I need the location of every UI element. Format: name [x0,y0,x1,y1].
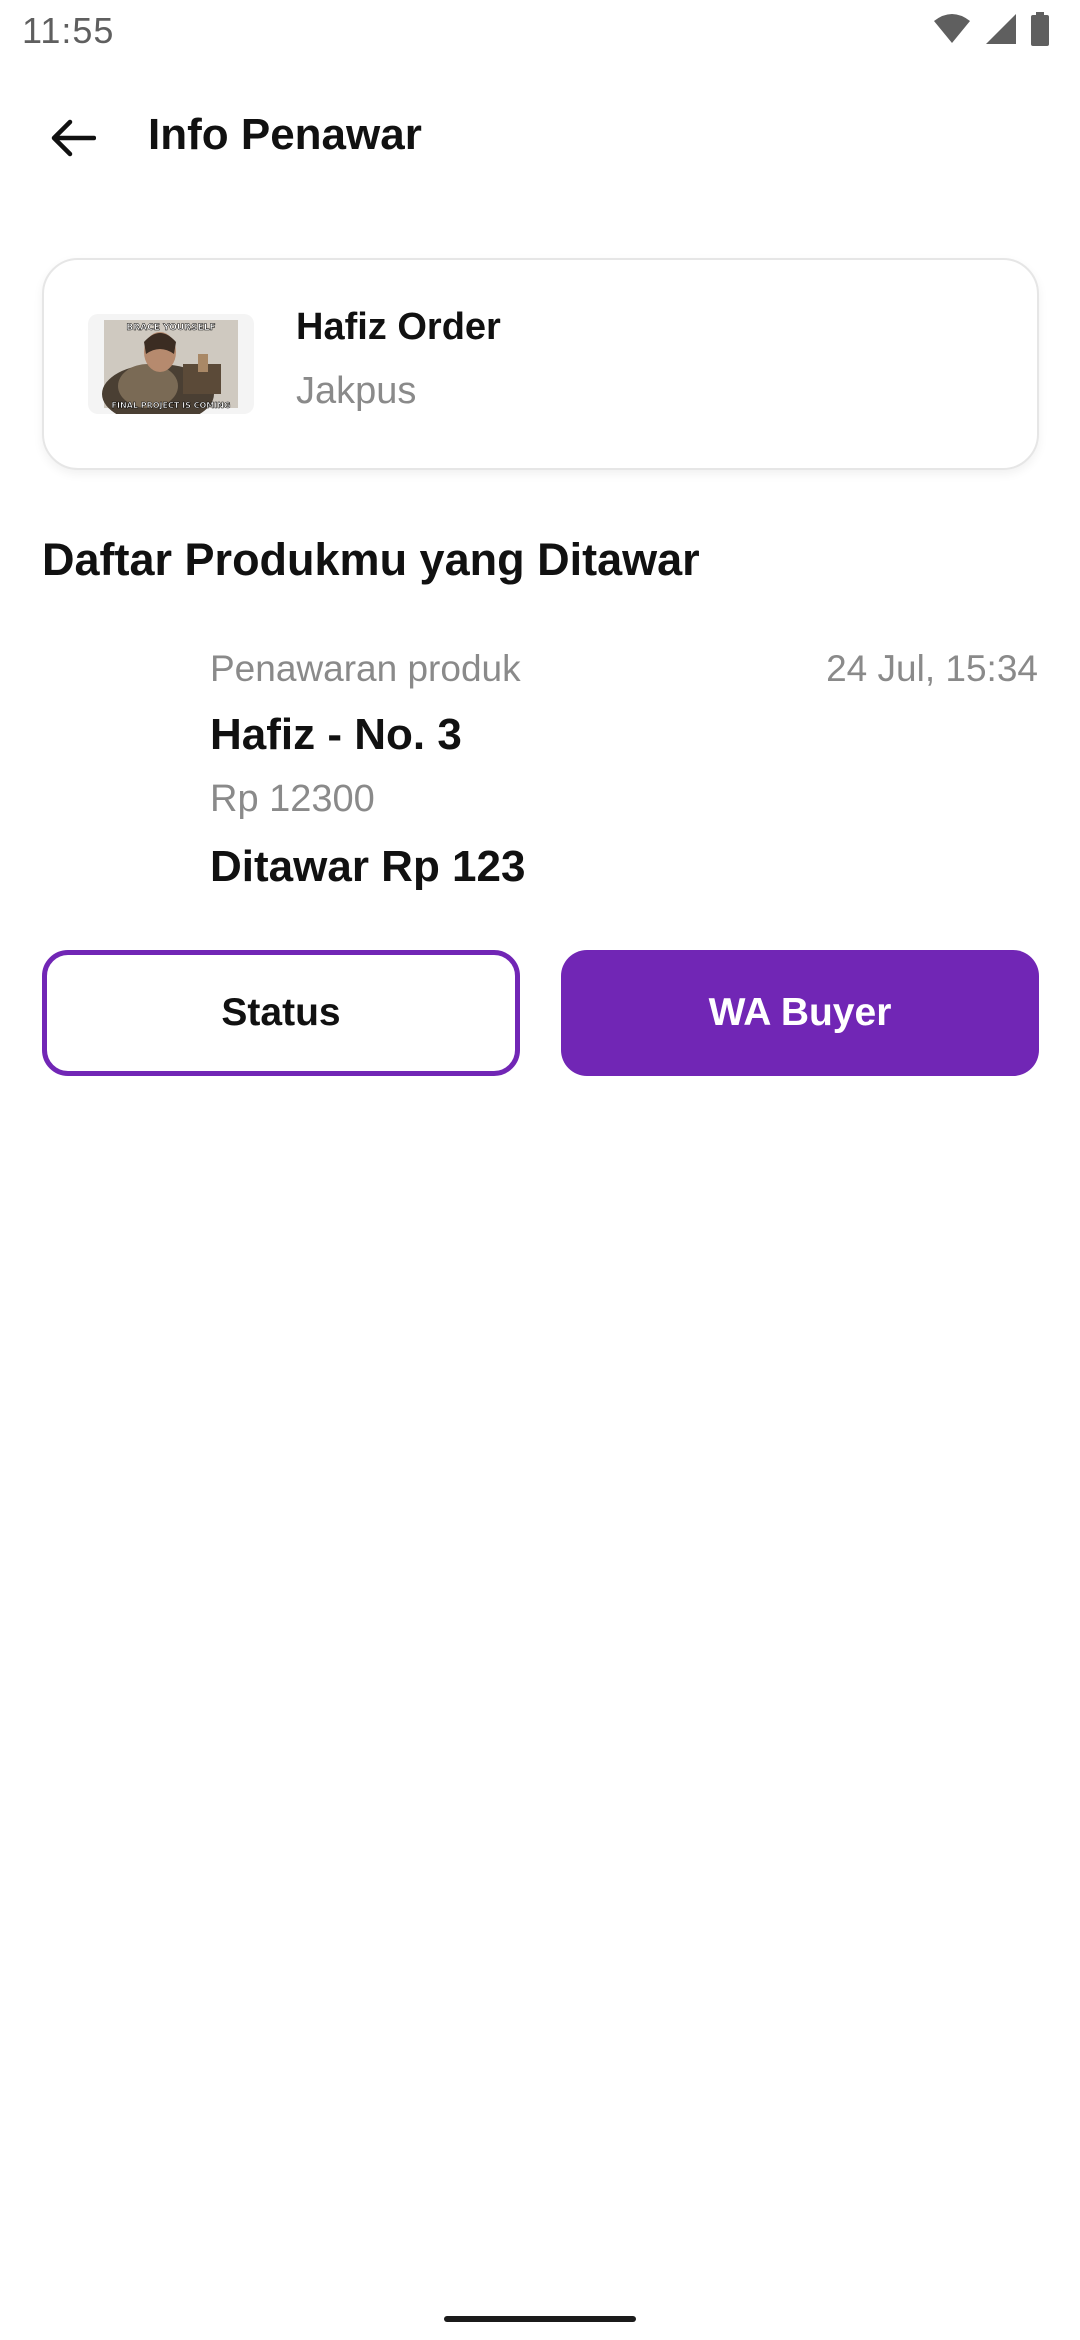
battery-icon [1031,12,1049,46]
status-time: 11:55 [22,10,115,51]
arrow-left-icon [51,119,96,157]
status-icons [932,12,1050,46]
home-indicator[interactable] [444,2316,636,2322]
wa-buyer-button[interactable]: WA Buyer [561,950,1039,1076]
avatar-bottom-caption: FINAL PROJECT IS COMING [112,401,231,410]
wifi-icon [934,14,970,43]
buyer-name: Hafiz Order [296,306,501,348]
buyer-city: Jakpus [296,370,417,412]
offer-product-name: Hafiz - No. 3 [210,710,462,759]
screen: 11:55 Info Penawar BRACE YOURSELF FINAL … [0,0,1080,2340]
buyer-card[interactable]: BRACE YOURSELF FINAL PROJECT IS COMING H… [42,258,1039,470]
offer-timestamp: 24 Jul, 15:34 [826,648,1038,689]
signal-icon [986,14,1016,44]
offer-item[interactable]: Penawaran produk 24 Jul, 15:34 Hafiz - N… [0,640,1080,910]
status-bar: 11:55 [0,0,1080,66]
back-button[interactable] [36,102,108,174]
offer-product-price: Rp 12300 [210,778,375,820]
section-title: Daftar Produkmu yang Ditawar [42,534,700,585]
page-title: Info Penawar [148,110,422,159]
app-bar: Info Penawar [0,80,1080,192]
avatar-top-caption: BRACE YOURSELF [126,323,215,333]
buyer-avatar: BRACE YOURSELF FINAL PROJECT IS COMING [88,314,254,414]
status-button[interactable]: Status [42,950,520,1076]
offer-type-label: Penawaran produk [210,648,521,689]
offer-bid-amount: Ditawar Rp 123 [210,842,526,891]
